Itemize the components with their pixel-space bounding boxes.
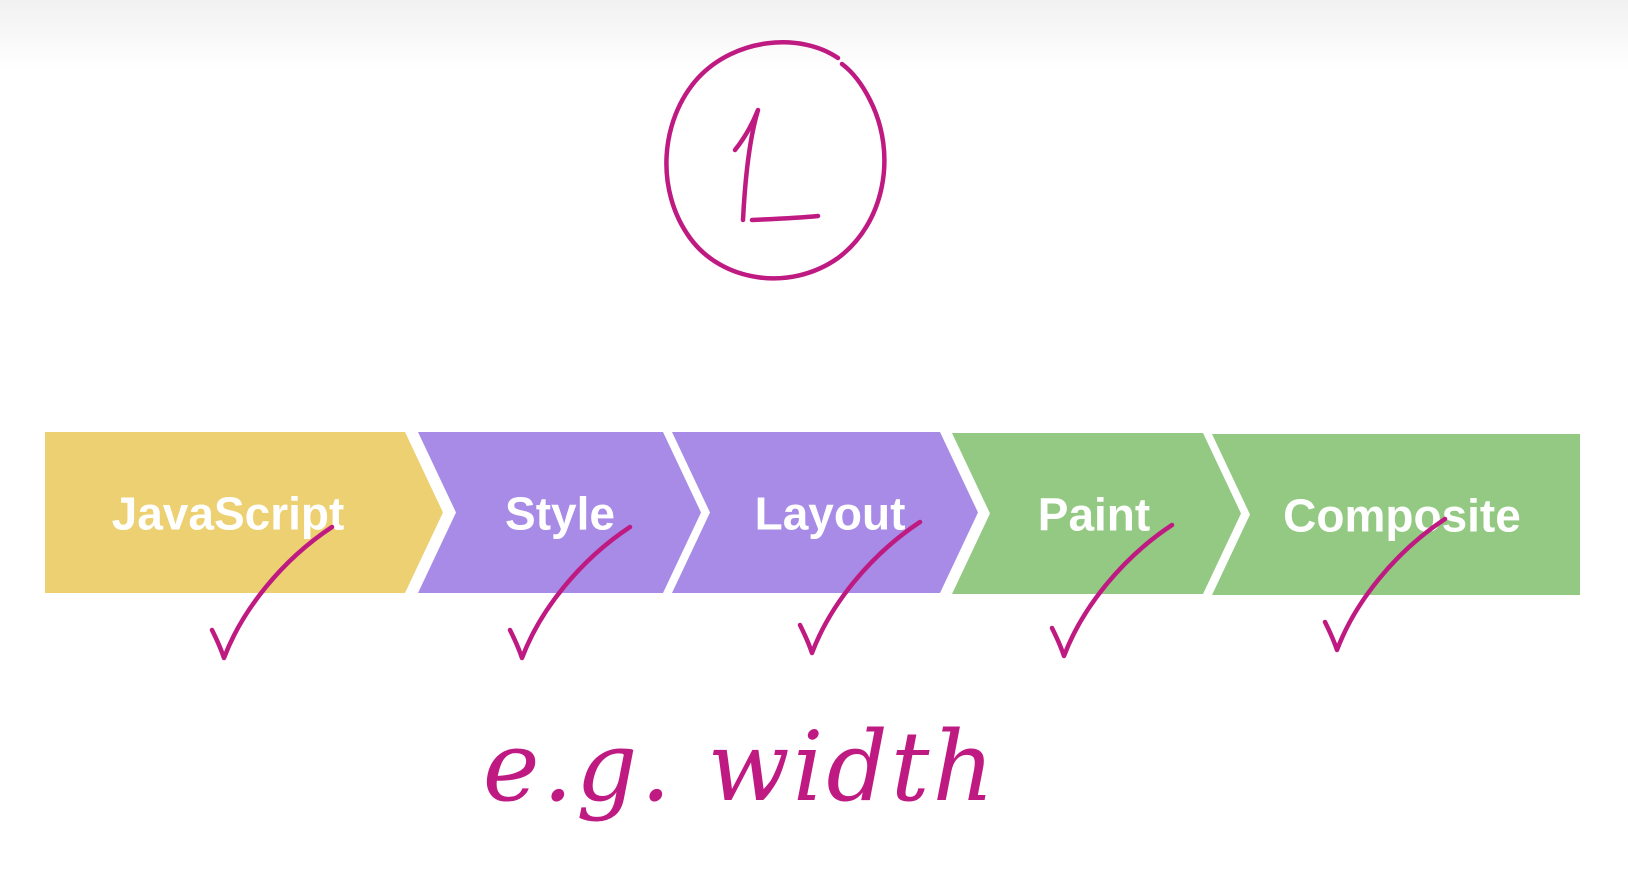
stage-composite-label: Composite [1283,490,1521,542]
stage-style-label: Style [505,488,615,540]
example-note: e.g. width [483,711,998,823]
pipeline-stages: JavaScript Style Layout Paint Composite [45,432,1580,595]
step-number-glyph [732,107,821,223]
stage-paint-label: Paint [1038,489,1150,541]
step-number-badge: 1 [664,40,887,281]
stage-javascript-label: JavaScript [112,488,345,540]
stage-layout-label: Layout [755,488,906,540]
slide: 1 JavaScript Style Layout Paint Composite e.… [0,0,1628,884]
step-circle [664,40,887,281]
pipeline-diagram: 1 JavaScript Style Layout Paint Composite e.… [45,40,1580,823]
